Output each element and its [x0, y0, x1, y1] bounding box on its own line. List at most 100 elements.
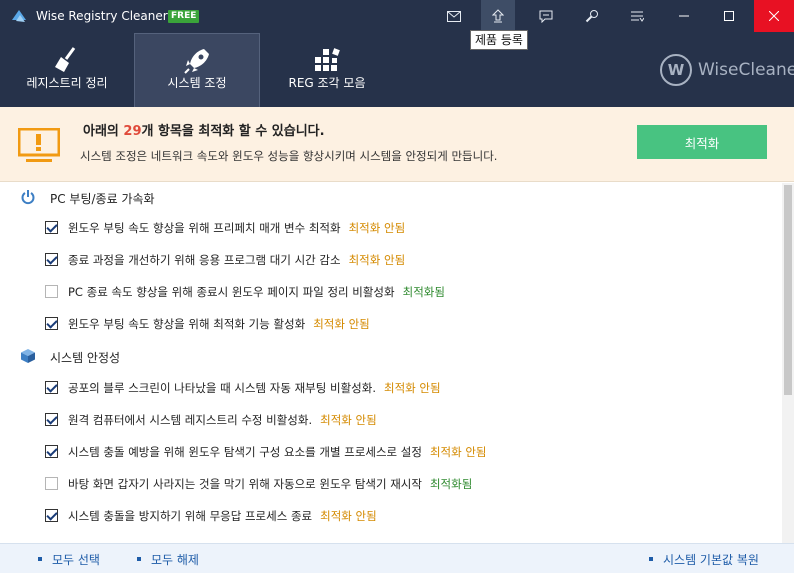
issue-count: 29	[123, 124, 142, 139]
section-header-boot: PC 부팅/종료 가속화	[0, 183, 760, 211]
list-item[interactable]: 윈도우 부팅 속도 향상을 위해 최적화 기능 활성화 최적화 안됨	[0, 312, 760, 336]
minimize-button[interactable]	[664, 0, 704, 32]
menu-button[interactable]	[620, 0, 654, 32]
list-item[interactable]: 시스템 충돌을 방지하기 위해 무응답 프로세스 종료 최적화 안됨	[0, 504, 760, 528]
tab-registry-cleaner[interactable]: 레지스트리 정리	[0, 33, 134, 107]
item-status: 최적화 안됨	[313, 317, 370, 331]
list-item[interactable]: 공포의 블루 스크린이 나타났을 때 시스템 자동 재부팅 비활성화. 최적화 안…	[0, 376, 760, 400]
restore-default-label: 시스템 기본값 복원	[663, 553, 759, 567]
item-status: 최적화 안됨	[320, 509, 377, 523]
item-status: 최적화됨	[402, 285, 445, 299]
monitor-warning-icon	[18, 128, 60, 162]
list-item[interactable]: 원격 컴퓨터에서 시스템 레지스트리 수정 비활성화. 최적화 안됨	[0, 408, 760, 432]
item-text: 공포의 블루 스크린이 나타났을 때 시스템 자동 재부팅 비활성화. 최적화 안…	[68, 380, 441, 396]
wrench-icon	[585, 10, 598, 23]
title-bar: Wise Registry Cleaner X FREE	[0, 0, 794, 32]
restore-default-link[interactable]: 시스템 기본값 복원	[649, 551, 759, 568]
item-checkbox[interactable]	[45, 509, 58, 522]
close-button[interactable]	[754, 0, 794, 32]
mail-button[interactable]	[437, 0, 471, 32]
item-text: PC 종료 속도 향상을 위해 종료시 윈도우 페이지 파일 정리 비활성화 최적…	[68, 284, 445, 300]
banner-title-suffix: 개 항목을 최적화 할 수 있습니다.	[141, 124, 325, 139]
minimize-icon	[679, 15, 689, 17]
item-status: 최적화 안됨	[320, 413, 377, 427]
item-checkbox[interactable]	[45, 285, 58, 298]
maximize-icon	[724, 11, 734, 21]
cube-icon	[21, 349, 35, 363]
feedback-button[interactable]	[529, 0, 563, 32]
section-label: PC 부팅/종료 가속화	[50, 192, 155, 206]
mail-icon	[447, 10, 461, 22]
list-item[interactable]: 윈도우 부팅 속도 향상을 위해 프리페치 매개 변수 최적화 최적화 안됨	[0, 216, 760, 240]
item-label: PC 종료 속도 향상을 위해 종료시 윈도우 페이지 파일 정리 비활성화	[68, 285, 395, 299]
brand-logo-icon: W	[660, 54, 692, 86]
close-icon	[769, 11, 779, 21]
item-checkbox[interactable]	[45, 413, 58, 426]
upload-icon	[492, 9, 504, 23]
tab-system-tuneup[interactable]: 시스템 조정	[134, 33, 260, 107]
list-item[interactable]: 바탕 화면 갑자기 사라지는 것을 막기 위해 자동으로 윈도우 탐색기 재시작…	[0, 472, 760, 496]
menu-icon	[631, 11, 644, 22]
optimize-button[interactable]: 최적화	[637, 125, 767, 159]
deselect-all-link[interactable]: 모두 해제	[137, 551, 199, 568]
item-text: 바탕 화면 갑자기 사라지는 것을 막기 위해 자동으로 윈도우 탐색기 재시작…	[68, 476, 472, 492]
deselect-all-label: 모두 해제	[151, 553, 199, 567]
power-icon	[21, 190, 35, 205]
skin-button[interactable]	[575, 0, 609, 32]
item-checkbox[interactable]	[45, 253, 58, 266]
item-text: 시스템 충돌 예방을 위해 윈도우 탐색기 구성 요소를 개별 프로세스로 설정…	[68, 444, 487, 460]
item-label: 시스템 충돌 예방을 위해 윈도우 탐색기 구성 요소를 개별 프로세스로 설정	[68, 445, 422, 459]
item-text: 윈도우 부팅 속도 향상을 위해 프리페치 매개 변수 최적화 최적화 안됨	[68, 220, 405, 236]
item-checkbox[interactable]	[45, 445, 58, 458]
brand-name: WiseCleaner	[698, 60, 794, 80]
item-text: 윈도우 부팅 속도 향상을 위해 최적화 기능 활성화 최적화 안됨	[68, 316, 370, 332]
register-button[interactable]	[481, 0, 515, 32]
app-title: Wise Registry Cleaner X	[36, 9, 180, 23]
item-label: 윈도우 부팅 속도 향상을 위해 프리페치 매개 변수 최적화	[68, 221, 341, 235]
banner-title: 아래의 29개 항목을 최적화 할 수 있습니다.	[83, 120, 325, 139]
item-status: 최적화 안됨	[383, 381, 441, 395]
tab-label: 시스템 조정	[167, 76, 227, 90]
tab-label: 레지스트리 정리	[26, 76, 108, 90]
bullet-icon	[137, 556, 141, 561]
item-label: 시스템 충돌을 방지하기 위해 무응답 프로세스 종료	[68, 509, 313, 523]
select-all-link[interactable]: 모두 선택	[38, 551, 100, 568]
list-item[interactable]: PC 종료 속도 향상을 위해 종료시 윈도우 페이지 파일 정리 비활성화 최적…	[0, 280, 760, 304]
item-status: 최적화됨	[429, 477, 473, 491]
select-all-label: 모두 선택	[52, 553, 100, 567]
broom-icon	[55, 47, 76, 72]
item-label: 바탕 화면 갑자기 사라지는 것을 막기 위해 자동으로 윈도우 탐색기 재시작	[68, 477, 422, 491]
bullet-icon	[38, 556, 42, 561]
chat-icon	[539, 10, 553, 23]
list-item[interactable]: 종료 과정을 개선하기 위해 응용 프로그램 대기 시간 감소 최적화 안됨	[0, 248, 760, 272]
item-checkbox[interactable]	[45, 317, 58, 330]
rocket-icon	[184, 49, 209, 74]
footer-bar: 모두 선택 모두 해제 시스템 기본값 복원	[0, 543, 794, 573]
tab-reg-defrag[interactable]: REG 조각 모음	[260, 33, 394, 107]
item-status: 최적화 안됨	[348, 221, 406, 235]
section-header-stability: 시스템 안정성	[0, 342, 760, 370]
item-text: 시스템 충돌을 방지하기 위해 무응답 프로세스 종료 최적화 안됨	[68, 508, 377, 524]
item-label: 공포의 블루 스크린이 나타났을 때 시스템 자동 재부팅 비활성화.	[68, 381, 376, 395]
bullet-icon	[649, 556, 653, 561]
summary-banner: 아래의 29개 항목을 최적화 할 수 있습니다. 시스템 조정은 네트워크 속…	[0, 107, 794, 182]
wisecleaner-brand: W WiseCleaner	[660, 54, 794, 86]
list-item[interactable]: 시스템 충돌 예방을 위해 윈도우 탐색기 구성 요소를 개별 프로세스로 설정…	[0, 440, 760, 464]
scrollbar-thumb[interactable]	[784, 185, 792, 395]
banner-title-prefix: 아래의	[83, 124, 124, 139]
item-checkbox[interactable]	[45, 477, 58, 490]
tab-label: REG 조각 모음	[288, 76, 366, 90]
defrag-icon	[315, 48, 340, 71]
item-checkbox[interactable]	[45, 381, 58, 394]
app-header: Wise Registry Cleaner X FREE 레지스트리 정리 시스…	[0, 0, 794, 107]
item-text: 원격 컴퓨터에서 시스템 레지스트리 수정 비활성화. 최적화 안됨	[68, 412, 377, 428]
register-tooltip: 제품 등록	[470, 30, 528, 50]
maximize-button[interactable]	[709, 0, 749, 32]
app-logo-icon	[12, 10, 26, 22]
banner-subtitle: 시스템 조정은 네트워크 속도와 윈도우 성능을 향상시키며 시스템을 안정되게…	[80, 149, 498, 163]
item-checkbox[interactable]	[45, 221, 58, 234]
section-label: 시스템 안정성	[50, 351, 121, 365]
item-status: 최적화 안됨	[348, 253, 406, 267]
free-badge: FREE	[168, 10, 200, 23]
tuneup-list: PC 부팅/종료 가속화 윈도우 부팅 속도 향상을 위해 프리페치 매개 변수…	[0, 183, 782, 543]
